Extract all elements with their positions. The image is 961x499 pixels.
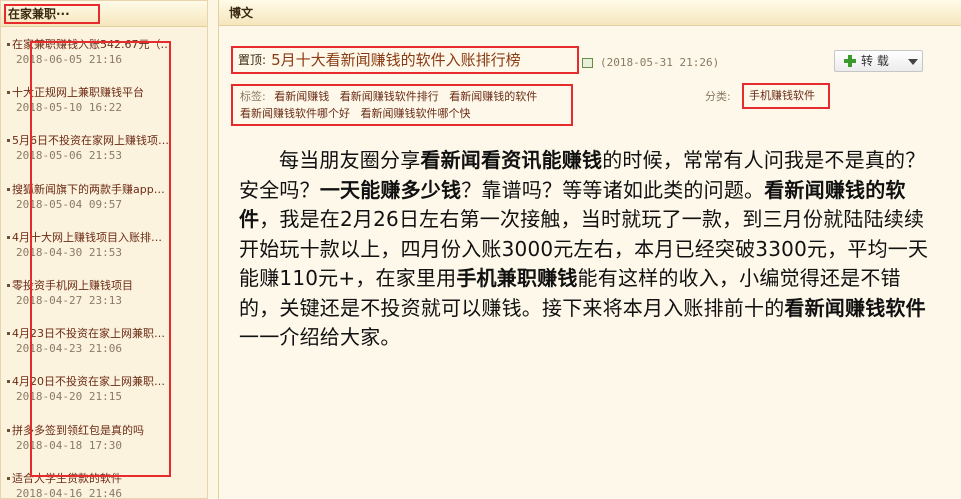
pin-label: 置顶:: [238, 53, 267, 67]
tag-link[interactable]: 看新闻赚钱软件哪个好: [240, 107, 350, 120]
tag-link[interactable]: 看新闻赚钱的软件: [449, 90, 537, 103]
bullet-icon: [7, 235, 10, 239]
bullet-icon: [7, 332, 10, 336]
article-text: 一一介绍给大家。: [239, 325, 401, 349]
list-item-date: 2018-04-18 17:30: [16, 438, 122, 452]
list-item[interactable]: 适合大学生贷款的软件 2018-04-16 21:46: [1, 465, 209, 499]
tags-box: 标签: 看新闻赚钱 看新闻赚钱软件排行 看新闻赚钱的软件 看新闻赚钱软件哪个好 …: [231, 84, 573, 126]
repost-button[interactable]: 转 载: [834, 50, 923, 72]
list-item-title[interactable]: 4月20日不投资在家上网兼职…: [12, 374, 188, 389]
bullet-icon: [7, 476, 10, 480]
list-item-date: 2018-05-10 16:22: [16, 101, 122, 115]
article-body: 每当朋友圈分享看新闻看资讯能赚钱的时候，常常有人问我是不是真的？安全吗？一天能赚…: [239, 146, 929, 353]
list-item[interactable]: 4月20日不投资在家上网兼职… 2018-04-20 21:15: [1, 368, 209, 416]
post-title[interactable]: 5月十大看新闻赚钱的软件入账排行榜: [271, 51, 521, 69]
tags-label: 标签:: [240, 90, 266, 103]
main-header: 博文: [219, 0, 961, 26]
article-text: ？靠谱吗？等等诸如此类的问题。: [461, 177, 765, 202]
list-item[interactable]: 拼多多签到领红包是真的吗 2018-04-18 17:30: [1, 417, 209, 465]
list-item-date: 2018-04-30 21:53: [16, 245, 122, 259]
article-paragraph: 每当朋友圈分享看新闻看资讯能赚钱的时候，常常有人问我是不是真的？安全吗？一天能赚…: [239, 146, 929, 353]
bullet-icon: [7, 187, 10, 191]
list-item-title[interactable]: 在家兼职赚钱入账542.67元（…: [12, 37, 188, 52]
article-bold: 看新闻看资讯能赚钱: [420, 148, 603, 172]
list-item[interactable]: 4月23日不投资在家上网兼职… 2018-04-23 21:06: [1, 320, 209, 368]
sidebar-header: 在家兼职···: [1, 1, 207, 27]
list-item-date: 2018-06-05 21:16: [16, 53, 122, 66]
post-date: (2018-05-31 21:26): [600, 56, 720, 69]
article-text: 每当朋友圈分享: [279, 148, 421, 172]
chevron-down-icon: [908, 59, 918, 65]
article-bold: 看新闻赚钱软件: [784, 295, 926, 320]
tag-link[interactable]: 看新闻赚钱软件哪个快: [361, 107, 471, 120]
category-label: 分类:: [705, 90, 731, 103]
list-item[interactable]: 4月十大网上赚钱项目入账排… 2018-04-30 21:53: [1, 224, 209, 272]
bullet-icon: [7, 428, 10, 432]
list-item-title[interactable]: 4月十大网上赚钱项目入账排…: [12, 230, 188, 245]
list-item-title[interactable]: 十大正规网上兼职赚钱平台: [12, 85, 188, 100]
sidebar-title[interactable]: 在家兼职···: [4, 4, 100, 24]
sidebar: 在家兼职··· 在家兼职赚钱入账542.67元（… 2018-06-05 21:1…: [0, 0, 208, 499]
list-item[interactable]: 搜狐新闻旗下的两款手赚app… 2018-05-04 09:57: [1, 176, 209, 224]
article-bold: 手机兼职赚钱: [456, 266, 578, 290]
list-item-title[interactable]: 4月23日不投资在家上网兼职…: [12, 326, 188, 341]
list-item-date: 2018-04-20 21:15: [16, 390, 122, 404]
sidebar-post-list: 在家兼职赚钱入账542.67元（… 2018-06-05 21:16 十大正规网上…: [1, 31, 209, 499]
list-item-title[interactable]: 零投资手机网上赚钱项目: [12, 278, 188, 293]
bullet-icon: [7, 283, 10, 287]
list-item[interactable]: 5月6日不投资在家网上赚钱项… 2018-05-06 21:53: [1, 127, 209, 175]
plus-icon: [844, 55, 856, 67]
image-icon: [582, 58, 593, 68]
list-item-date: 2018-05-06 21:53: [16, 149, 122, 163]
list-item-title[interactable]: 适合大学生贷款的软件: [12, 471, 188, 486]
main-panel: 博文 置顶: 5月十大看新闻赚钱的软件入账排行榜 (2018-05-31 21:…: [218, 0, 961, 499]
bullet-icon: [7, 380, 10, 384]
tag-link[interactable]: 看新闻赚钱软件排行: [340, 90, 439, 103]
bullet-icon: [7, 139, 10, 143]
list-item-date: 2018-04-23 21:06: [16, 342, 122, 356]
list-item-title[interactable]: 搜狐新闻旗下的两款手赚app…: [12, 182, 188, 197]
repost-label: 转 载: [861, 54, 889, 68]
bullet-icon: [7, 91, 10, 95]
list-item-title[interactable]: 拼多多签到领红包是真的吗: [12, 423, 188, 438]
tag-link[interactable]: 看新闻赚钱: [274, 90, 329, 103]
list-item[interactable]: 在家兼职赚钱入账542.67元（… 2018-06-05 21:16: [1, 31, 209, 79]
article-bold: 一天能赚多少钱: [319, 177, 462, 202]
list-item-title[interactable]: 5月6日不投资在家网上赚钱项…: [12, 133, 188, 148]
bullet-icon: [7, 43, 10, 46]
list-item[interactable]: 零投资手机网上赚钱项目 2018-04-27 23:13: [1, 272, 209, 320]
post-title-box: 置顶: 5月十大看新闻赚钱的软件入账排行榜: [231, 46, 579, 74]
list-item[interactable]: 十大正规网上兼职赚钱平台 2018-05-10 16:22: [1, 79, 209, 127]
list-item-date: 2018-05-04 09:57: [16, 197, 122, 211]
list-item-date: 2018-04-27 23:13: [16, 293, 122, 307]
list-item-date: 2018-04-16 21:46: [16, 486, 122, 499]
category-link[interactable]: 手机赚钱软件: [742, 83, 830, 109]
